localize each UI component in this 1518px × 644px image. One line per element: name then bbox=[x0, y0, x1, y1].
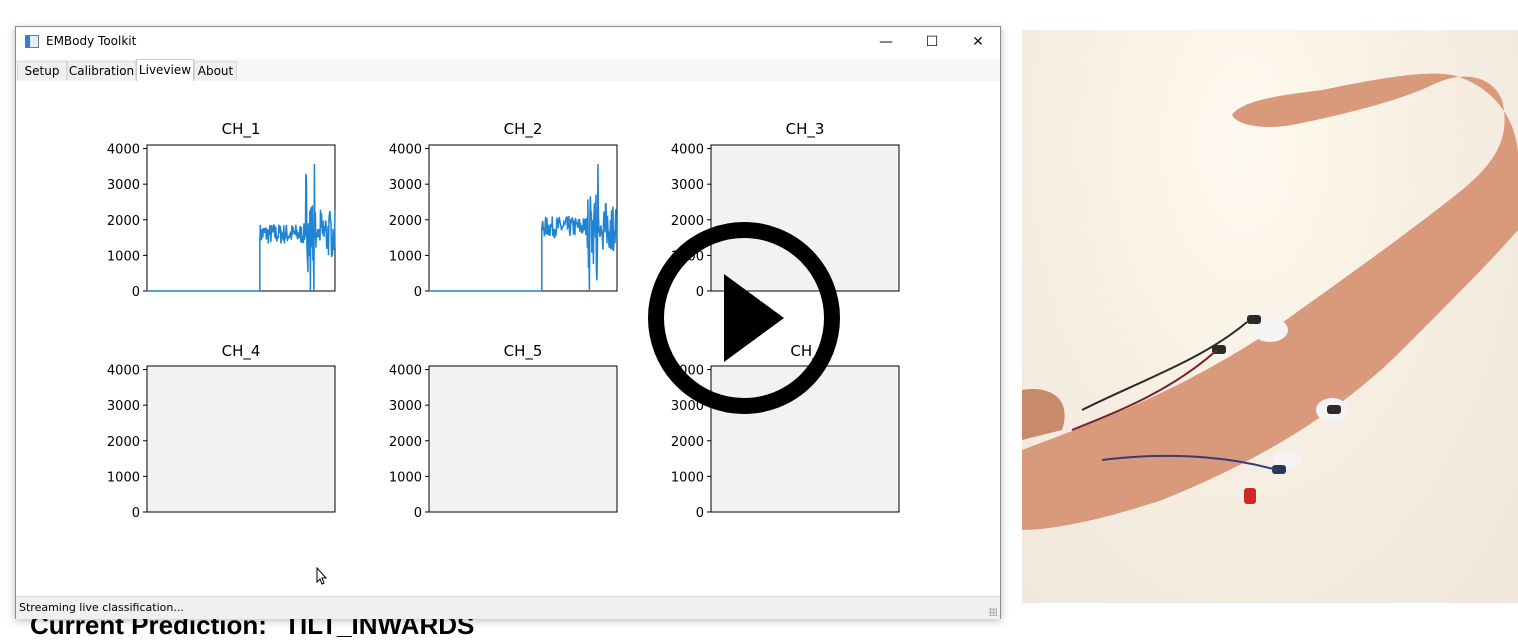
app-window: EMBody Toolkit — ☐ ✕ Setup Calibration L… bbox=[15, 26, 1001, 640]
y-tick-label: 3000 bbox=[671, 178, 704, 193]
y-tick-label: 0 bbox=[414, 285, 422, 300]
channel-plots: 4000 3000 2000 1000 0 4000 3000 2000 1000 0 4000 30… bbox=[107, 143, 900, 521]
y-tick-label: 1000 bbox=[389, 470, 422, 485]
y-tick-label: 1000 bbox=[389, 249, 422, 264]
close-button[interactable]: ✕ bbox=[955, 27, 1001, 57]
y-tick-label: 2000 bbox=[671, 435, 704, 450]
window-title: EMBody Toolkit bbox=[46, 34, 137, 48]
minimize-button[interactable]: — bbox=[863, 27, 909, 57]
y-tick-label: 0 bbox=[132, 285, 140, 300]
plot-area bbox=[428, 365, 618, 513]
y-tick-label: 2000 bbox=[389, 214, 422, 229]
y-tick-label: 0 bbox=[696, 506, 704, 521]
y-tick-label: 2000 bbox=[107, 214, 140, 229]
status-text: Streaming live classification... bbox=[19, 601, 184, 614]
y-tick-label: 4000 bbox=[107, 364, 140, 379]
y-tick-label: 3000 bbox=[389, 399, 422, 414]
y-tick-label: 2000 bbox=[389, 435, 422, 450]
y-tick-label: 4000 bbox=[389, 364, 422, 379]
y-tick-label: 0 bbox=[132, 506, 140, 521]
y-tick-label: 1000 bbox=[107, 470, 140, 485]
y-tick-label: 1000 bbox=[671, 470, 704, 485]
resize-grip-icon[interactable] bbox=[989, 608, 997, 616]
tab-liveview[interactable]: Liveview bbox=[136, 59, 194, 81]
y-tick-label: 4000 bbox=[389, 143, 422, 158]
app-icon bbox=[25, 35, 39, 48]
video-thumbnail-photo bbox=[1022, 30, 1518, 603]
y-tick-label: 3000 bbox=[107, 178, 140, 193]
y-tick-label: 4000 bbox=[107, 143, 140, 158]
forearm-photo-illustration bbox=[1022, 73, 1518, 530]
status-bar: Streaming live classification... bbox=[16, 596, 1000, 619]
mouse-cursor-icon bbox=[316, 567, 328, 585]
maximize-button[interactable]: ☐ bbox=[909, 27, 955, 57]
liveview-panel: CH_1 CH_2 CH_3 CH_4 CH_5 CH_ 4000 3000 200… bbox=[16, 81, 1000, 640]
title-bar[interactable]: EMBody Toolkit — ☐ ✕ bbox=[16, 27, 1000, 57]
y-tick-label: 0 bbox=[414, 506, 422, 521]
tab-bar: Setup Calibration Liveview About bbox=[16, 59, 1000, 82]
y-tick-label: 2000 bbox=[107, 435, 140, 450]
play-icon[interactable] bbox=[646, 220, 842, 416]
y-tick-label: 1000 bbox=[107, 249, 140, 264]
tab-calibration[interactable]: Calibration bbox=[67, 61, 136, 80]
tab-setup[interactable]: Setup bbox=[17, 61, 67, 80]
y-tick-label: 3000 bbox=[107, 399, 140, 414]
plot-area bbox=[146, 365, 336, 513]
tab-about[interactable]: About bbox=[194, 61, 237, 80]
y-tick-label: 3000 bbox=[389, 178, 422, 193]
y-tick-label: 4000 bbox=[671, 143, 704, 158]
